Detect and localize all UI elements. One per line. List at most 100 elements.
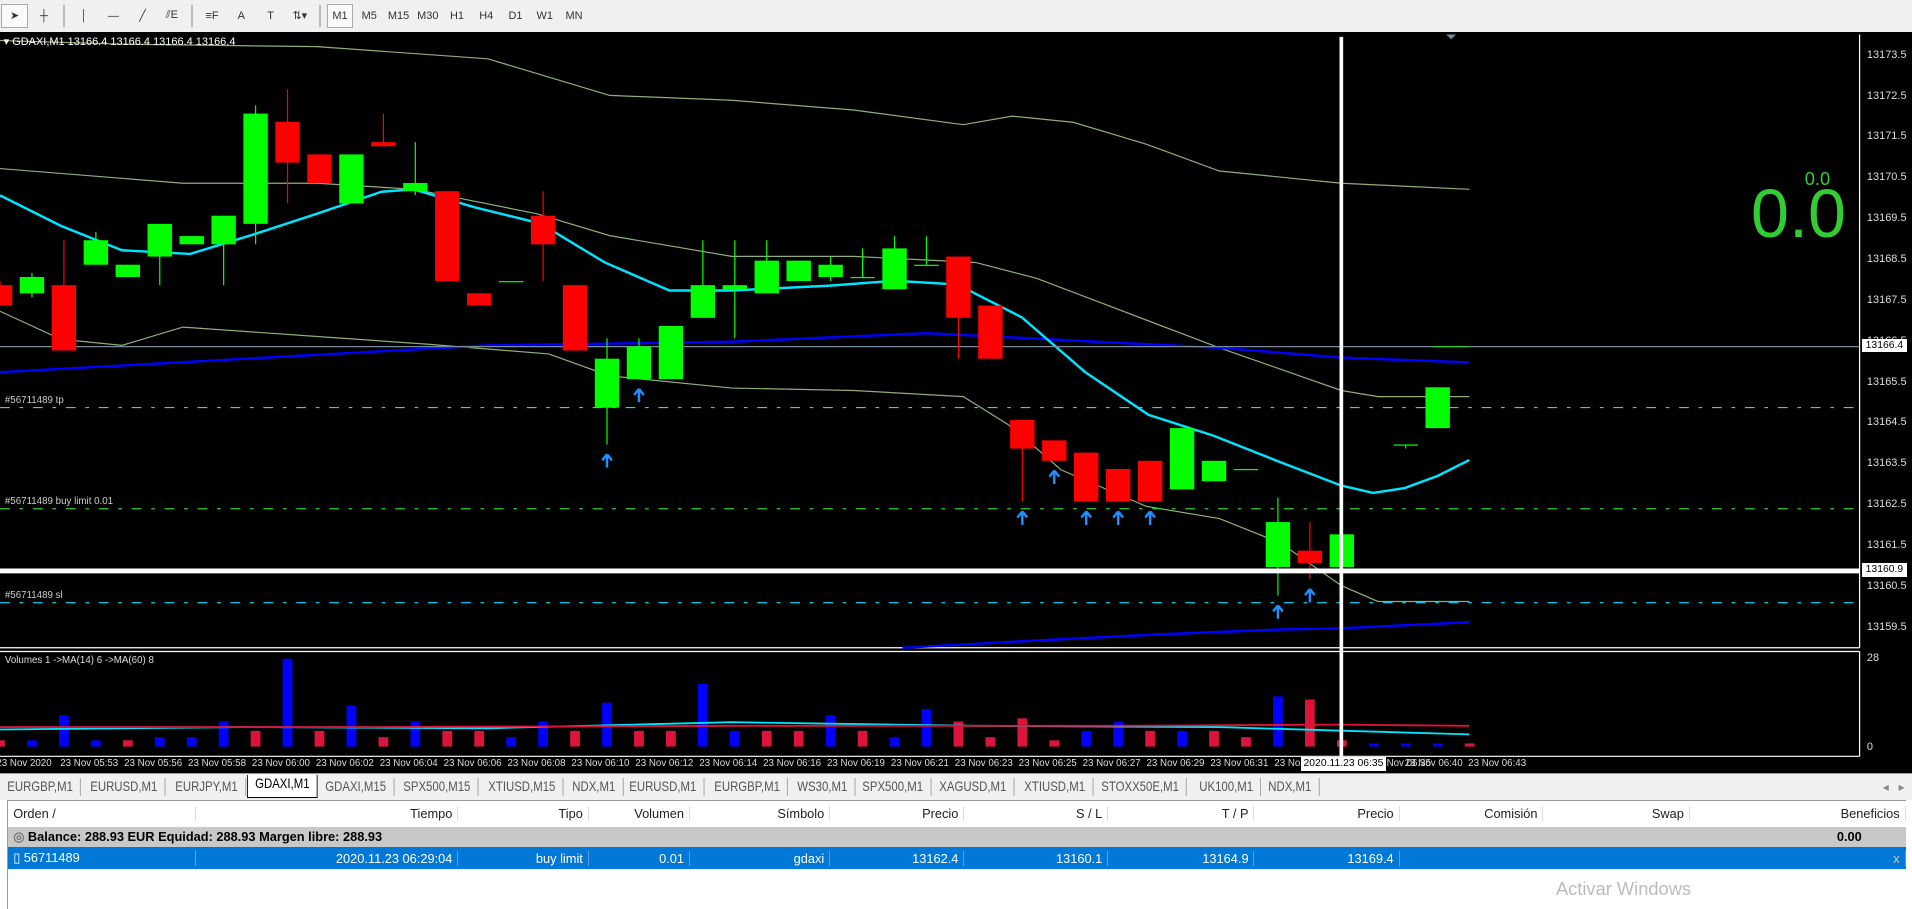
period-h1-button[interactable]: H1 [444,4,471,28]
column-header[interactable]: Precio [1254,806,1400,822]
time-tick: 23 Nov 05:58 [188,758,247,770]
buy-arrow-icon [1144,510,1156,525]
column-header[interactable]: Tipo [458,806,589,822]
candle-body [435,190,460,281]
crosshair-tool-button[interactable]: ┼ [30,4,57,28]
column-header[interactable]: T / P [1108,806,1255,822]
chart-tab[interactable]: WS30,M1 [790,777,856,797]
candle-body [1137,460,1163,502]
candle [1137,460,1163,502]
candle [339,154,364,204]
candle [1425,386,1450,428]
close-order-icon[interactable]: x [1893,851,1899,866]
chart-tab[interactable]: UK100,M1 [1192,777,1261,797]
candle [115,264,140,277]
balance-text: ◎ Balance: 288.93 EUR Equidad: 288.93 Ma… [13,829,382,845]
column-header[interactable]: Tiempo [196,806,459,822]
vertical-line-tool-button[interactable]: │ [71,4,98,28]
crosshair-price-label: 13160.9 [1862,563,1907,577]
crosshair-time-label: 2020.11.23 06:35 [1301,757,1386,771]
chart-tab[interactable]: XTIUSD,M1 [1017,777,1094,797]
time-tick: 23 Nov 06:25 [1018,758,1077,770]
order-cell: 13162.4 [830,850,965,866]
candle [594,337,620,445]
order-cell: 2020.11.23 06:29:04 [196,850,459,866]
period-m30-button[interactable]: M30 [414,4,441,28]
period-h4-button[interactable]: H4 [473,4,500,28]
text-tool-button[interactable]: A [228,4,255,28]
chart-tab[interactable]: GDAXI,M15 [318,777,395,797]
text-label-icon: T [267,9,274,22]
volume-bar [250,730,261,747]
horizontal-line-tool-button[interactable]: — [100,4,127,28]
volume-bar [793,730,804,747]
cursor-tool-button[interactable]: ➤ [1,3,29,29]
period-m1-button[interactable]: M1 [326,3,354,29]
candle-body [1201,460,1227,481]
chart-symbol-info: GDAXI,M1 13166.4 13166.4 13166.4 13166.4 [12,36,236,49]
chart-canvas[interactable] [0,32,1912,773]
period-m5-button[interactable]: M5 [356,4,383,28]
candle-body [946,256,971,318]
price-chart[interactable]: ▾ GDAXI,M1 13166.4 13166.4 13166.4 13166… [0,31,1912,774]
time-tick: 23 Nov 06:27 [1082,758,1141,770]
scroll-right-icon[interactable]: ▸ [1899,780,1905,794]
volume-bar [314,730,325,747]
chart-tab[interactable]: EURGBP,M1 [0,777,82,797]
chart-shift-marker[interactable] [1446,34,1456,40]
candle-body [1233,468,1259,470]
sl-label: #56711489 sl [4,590,63,602]
chart-tab[interactable]: NDX,M1 [565,777,624,797]
toolbar: ➤ ┼ │ — ╱ ⫽E ≡F A T ⇅▾ M1 M5 M15 M30 H1 H4 D1 W1 MN [0,0,1912,33]
volume-bar [538,721,548,747]
equidistant-channel-tool-button[interactable]: ⫽E [158,4,185,28]
column-header[interactable]: Orden / [8,806,197,822]
period-w1-button[interactable]: W1 [531,4,558,28]
order-row[interactable]: ▯ 56711489 2020.11.23 06:29:04 buy limit 0.… [8,847,1906,870]
period-mn-button[interactable]: MN [561,4,588,28]
chart-tab[interactable]: GDAXI,M1 [247,775,319,799]
period-m15-button[interactable]: M15 [385,4,412,28]
arrows-tool-button[interactable]: ⇅▾ [286,4,313,28]
candle-body [403,182,428,191]
time-tick: 23 Nov 05:53 [60,758,119,770]
column-header[interactable]: Volumen [589,806,690,822]
candle [754,239,779,294]
bid-price-label: 13166.4 [1862,338,1907,353]
column-header[interactable]: Swap [1543,806,1690,822]
column-header[interactable]: Beneficios [1690,806,1906,822]
chart-tab[interactable]: SPX500,M1 [855,777,931,797]
candle-body [1169,427,1195,490]
balance-summary: Balance: 288.93 EUR Equidad: 288.93 Marg… [27,828,383,844]
balance-row[interactable]: ◎ Balance: 288.93 EUR Equidad: 288.93 Ma… [8,826,1906,848]
chart-tab[interactable]: SPX500,M15 [396,777,479,797]
chart-tab[interactable]: EURUSD,M1 [83,777,166,797]
volume-bar [122,740,133,747]
text-label-tool-button[interactable]: T [257,4,284,28]
chart-tab[interactable]: NDX,M1 [1261,777,1320,797]
time-tick: 23 Nov 06:08 [507,758,566,770]
trendline-tool-button[interactable]: ╱ [129,4,156,28]
column-header[interactable]: Símbolo [690,806,831,822]
chart-tab[interactable]: STOXX50E,M1 [1094,777,1188,797]
chart-tab[interactable]: XAGUSD,M1 [932,777,1015,797]
chart-tab[interactable]: XTIUSD,M15 [481,777,564,797]
buy-arrow-icon [1304,587,1316,603]
column-header[interactable]: S / L [964,806,1109,822]
chart-tab[interactable]: EURJPY,M1 [168,777,246,797]
balance-profit: 0.00 [1836,829,1862,845]
volume-bar [921,708,932,747]
column-header[interactable]: Precio [830,806,965,822]
candle [1201,460,1227,481]
fibonacci-tool-button[interactable]: ≡F [199,4,226,28]
chart-tab[interactable]: EURUSD,M1 [622,777,705,797]
candle [467,293,492,306]
scroll-left-icon[interactable]: ◂ [1883,780,1889,794]
period-d1-button[interactable]: D1 [502,4,529,28]
column-header[interactable]: Comisión [1400,806,1544,822]
buy-arrow-icon [633,387,645,402]
volume-tick-min: 0 [1866,741,1873,754]
chart-tab[interactable]: EURGBP,M1 [707,777,788,797]
volume-bar [1241,736,1251,747]
volume-bar [825,714,836,747]
